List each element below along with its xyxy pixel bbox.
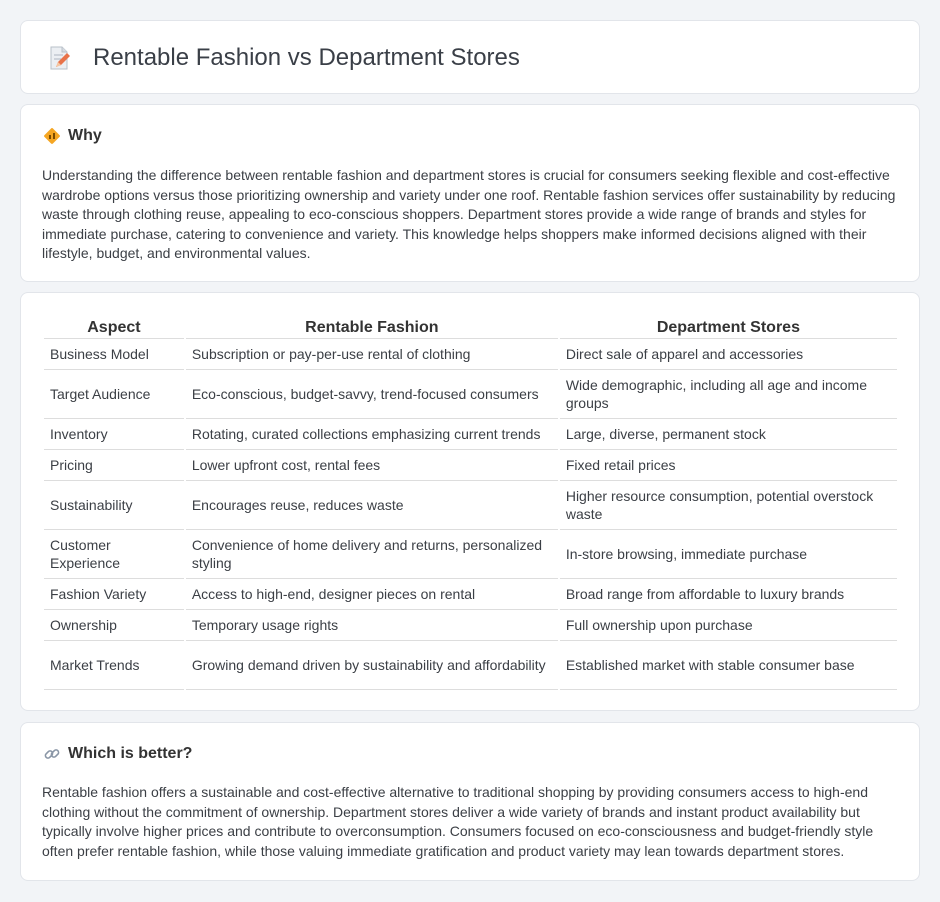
header-department-stores: Department Stores [559,315,897,339]
table-row: Target Audience Eco-conscious, budget-sa… [44,370,897,419]
rentable-cell: Rotating, curated collections emphasizin… [185,419,558,450]
header-card: Rentable Fashion vs Department Stores [20,20,920,94]
department-cell: Direct sale of apparel and accessories [559,339,897,370]
why-heading: Why [43,127,102,145]
table-row: Business Model Subscription or pay-per-u… [44,339,897,370]
department-cell: In-store browsing, immediate purchase [559,530,897,579]
table-row: Sustainability Encourages reuse, reduces… [44,481,897,530]
department-cell: Full ownership upon purchase [559,610,897,641]
link-icon [43,745,61,763]
department-cell: Wide demographic, including all age and … [559,370,897,419]
document-pencil-icon [46,45,72,71]
department-cell: Broad range from affordable to luxury br… [559,579,897,610]
rentable-cell: Growing demand driven by sustainability … [185,641,558,690]
aspect-cell: Fashion Variety [44,579,184,610]
which-better-section: Which is better? Rentable fashion offers… [20,722,920,881]
table-row: Fashion Variety Access to high-end, desi… [44,579,897,610]
rentable-cell: Access to high-end, designer pieces on r… [185,579,558,610]
why-text: Understanding the difference between ren… [42,167,896,262]
rentable-cell: Subscription or pay-per-use rental of cl… [185,339,558,370]
diamond-sign-icon [43,127,61,145]
table-row: Pricing Lower upfront cost, rental fees … [44,450,897,481]
aspect-cell: Market Trends [44,641,184,690]
why-title: Why [68,127,102,144]
department-cell: Large, diverse, permanent stock [559,419,897,450]
title-row: Rentable Fashion vs Department Stores [46,44,520,72]
rentable-cell: Eco-conscious, budget-savvy, trend-focus… [185,370,558,419]
table-row: Market Trends Growing demand driven by s… [44,641,897,690]
department-cell: Fixed retail prices [559,450,897,481]
better-title: Which is better? [68,745,193,762]
aspect-cell: Sustainability [44,481,184,530]
rentable-cell: Lower upfront cost, rental fees [185,450,558,481]
rentable-cell: Temporary usage rights [185,610,558,641]
department-cell: Established market with stable consumer … [559,641,897,690]
department-cell: Higher resource consumption, potential o… [559,481,897,530]
comparison-section: Aspect Rentable Fashion Department Store… [20,292,920,711]
rentable-cell: Encourages reuse, reduces waste [185,481,558,530]
aspect-cell: Customer Experience [44,530,184,579]
aspect-cell: Pricing [44,450,184,481]
aspect-cell: Business Model [44,339,184,370]
aspect-cell: Ownership [44,610,184,641]
aspect-cell: Inventory [44,419,184,450]
page-title: Rentable Fashion vs Department Stores [93,44,520,71]
aspect-cell: Target Audience [44,370,184,419]
why-section: Why Understanding the difference between… [20,104,920,282]
better-heading: Which is better? [43,745,192,763]
header-rentable-fashion: Rentable Fashion [185,315,558,339]
table-row: Inventory Rotating, curated collections … [44,419,897,450]
header-aspect: Aspect [44,315,184,339]
table-row: Customer Experience Convenience of home … [44,530,897,579]
comparison-table: Aspect Rentable Fashion Department Store… [42,315,899,690]
table-row: Ownership Temporary usage rights Full ow… [44,610,897,641]
table-header-row: Aspect Rentable Fashion Department Store… [44,315,897,339]
rentable-cell: Convenience of home delivery and returns… [185,530,558,579]
better-text: Rentable fashion offers a sustainable an… [42,784,874,859]
